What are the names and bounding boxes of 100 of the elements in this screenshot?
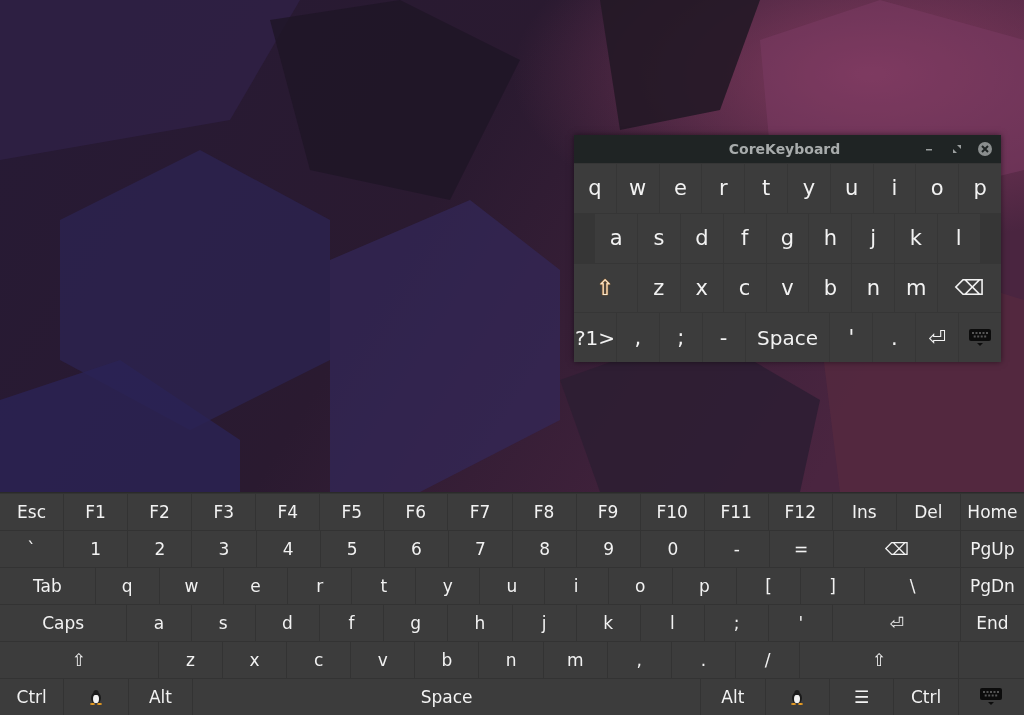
key[interactable]: b: [809, 263, 852, 313]
key[interactable]: m: [895, 263, 938, 313]
key[interactable]: w: [159, 568, 223, 604]
key[interactable]: -: [702, 313, 745, 362]
key[interactable]: v: [766, 263, 809, 313]
key[interactable]: o: [608, 568, 672, 604]
key[interactable]: F10: [640, 494, 704, 530]
key[interactable]: h: [809, 213, 852, 263]
key[interactable]: ⌫: [938, 263, 1001, 313]
key[interactable]: PgUp: [960, 531, 1024, 567]
key[interactable]: s: [191, 605, 255, 641]
key[interactable]: y: [788, 164, 830, 213]
key[interactable]: 0: [641, 531, 705, 567]
key[interactable]: l: [640, 605, 705, 641]
key[interactable]: .: [671, 642, 735, 678]
key[interactable]: u: [480, 568, 544, 604]
key[interactable]: Tab: [0, 568, 95, 604]
key[interactable]: f: [723, 213, 766, 263]
key[interactable]: o: [916, 164, 959, 213]
key[interactable]: 7: [448, 531, 512, 567]
key[interactable]: ⇧: [0, 642, 158, 678]
key[interactable]: Ctrl: [0, 679, 64, 715]
key[interactable]: n: [852, 263, 895, 313]
key[interactable]: h: [448, 605, 512, 641]
key[interactable]: /: [736, 642, 800, 678]
key[interactable]: e: [223, 568, 288, 604]
key[interactable]: F8: [512, 494, 576, 530]
key[interactable]: ?1>: [574, 313, 616, 362]
key[interactable]: 8: [513, 531, 577, 567]
key[interactable]: Alt: [128, 679, 193, 715]
key[interactable]: p: [959, 164, 1001, 213]
key[interactable]: F9: [576, 494, 640, 530]
key[interactable]: a: [127, 605, 191, 641]
key[interactable]: t: [745, 164, 787, 213]
key[interactable]: F12: [768, 494, 832, 530]
key[interactable]: p: [672, 568, 736, 604]
key[interactable]: F5: [320, 494, 384, 530]
key[interactable]: ⏎: [833, 605, 960, 641]
key[interactable]: g: [766, 213, 809, 263]
key[interactable]: ☰: [829, 679, 894, 715]
key[interactable]: r: [702, 164, 745, 213]
key[interactable]: j: [852, 213, 895, 263]
key[interactable]: F7: [448, 494, 512, 530]
key[interactable]: Esc: [0, 494, 64, 530]
key[interactable]: n: [479, 642, 543, 678]
key[interactable]: `: [0, 531, 64, 567]
key[interactable]: y: [416, 568, 480, 604]
key[interactable]: \: [865, 568, 960, 604]
key[interactable]: 2: [128, 531, 192, 567]
key[interactable]: -: [705, 531, 769, 567]
key[interactable]: e: [659, 164, 702, 213]
key[interactable]: d: [680, 213, 723, 263]
key[interactable]: 1: [64, 531, 128, 567]
key[interactable]: ': [830, 313, 873, 362]
key[interactable]: Space: [193, 679, 701, 715]
key[interactable]: F3: [192, 494, 256, 530]
penguin-key[interactable]: [765, 679, 829, 715]
key[interactable]: q: [574, 164, 616, 213]
shift-key[interactable]: ⇧: [574, 263, 637, 313]
key[interactable]: ;: [705, 605, 769, 641]
key[interactable]: 6: [384, 531, 448, 567]
key[interactable]: ': [769, 605, 833, 641]
key[interactable]: ,: [607, 642, 671, 678]
key[interactable]: Home: [960, 494, 1024, 530]
key[interactable]: F6: [384, 494, 448, 530]
key[interactable]: g: [384, 605, 448, 641]
key[interactable]: Space: [745, 313, 830, 362]
key[interactable]: m: [543, 642, 607, 678]
key[interactable]: i: [873, 164, 916, 213]
key[interactable]: x: [223, 642, 287, 678]
key[interactable]: Caps: [0, 605, 127, 641]
key[interactable]: c: [723, 263, 766, 313]
key[interactable]: t: [352, 568, 416, 604]
key[interactable]: d: [255, 605, 319, 641]
key[interactable]: F4: [256, 494, 320, 530]
key[interactable]: v: [351, 642, 415, 678]
key[interactable]: s: [638, 213, 680, 263]
key[interactable]: Ctrl: [894, 679, 958, 715]
key[interactable]: Ins: [832, 494, 896, 530]
penguin-key[interactable]: [64, 679, 128, 715]
key[interactable]: F2: [128, 494, 192, 530]
key[interactable]: l: [937, 213, 980, 263]
key[interactable]: ⇧: [800, 642, 958, 678]
key[interactable]: Alt: [701, 679, 765, 715]
key[interactable]: c: [287, 642, 351, 678]
key[interactable]: Del: [896, 494, 960, 530]
key[interactable]: u: [830, 164, 873, 213]
key[interactable]: F11: [704, 494, 768, 530]
key[interactable]: ;: [659, 313, 702, 362]
key[interactable]: k: [576, 605, 640, 641]
key[interactable]: ⌫: [833, 531, 960, 567]
key[interactable]: q: [95, 568, 159, 604]
key[interactable]: r: [288, 568, 352, 604]
close-button[interactable]: [975, 139, 995, 159]
key[interactable]: =: [769, 531, 833, 567]
key[interactable]: ⏎: [916, 313, 959, 362]
key[interactable]: 3: [192, 531, 256, 567]
key[interactable]: z: [158, 642, 222, 678]
key[interactable]: 5: [320, 531, 384, 567]
key[interactable]: ]: [801, 568, 865, 604]
